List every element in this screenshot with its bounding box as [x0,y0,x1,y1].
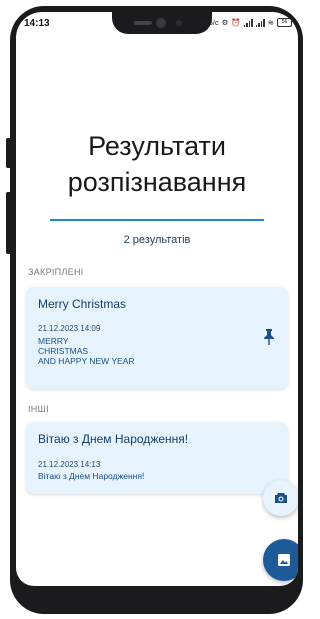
alarm-icon: ⏰ [231,18,241,27]
settings-icon: ⚙ [221,18,229,27]
result-card-pinned[interactable]: Merry Christmas 21.12.2023 14:09 MERRY C… [26,287,288,389]
battery-icon: 56 [277,18,292,27]
sensor [176,20,182,26]
section-other-heading: ІНШІ [28,404,49,414]
camera-button[interactable] [263,480,298,516]
camera-icon [275,493,287,503]
screen: 14:13 1К6/с ⚙ ⏰ ≋ 56 Результати розпізна… [16,12,298,586]
card-date: 21.12.2023 14:13 [38,460,101,469]
pin-icon[interactable] [263,329,275,345]
phone: 14:13 1К6/с ⚙ ⏰ ≋ 56 Результати розпізна… [0,0,307,619]
net-speed: 1К6/с [200,18,219,27]
power-button [6,192,11,254]
result-card-other[interactable]: Вітаю з Днем Народження! 21.12.2023 14:1… [26,422,288,494]
signal-icon-2 [255,18,265,27]
gallery-button[interactable] [263,539,298,581]
front-camera [156,18,166,28]
signal-icon [243,18,253,27]
wifi-icon: ≋ [267,18,274,27]
card-date: 21.12.2023 14:09 [38,324,101,333]
card-title: Вітаю з Днем Народження! [38,432,189,446]
result-count: 2 результатів [123,234,191,246]
status-icons: 1К6/с ⚙ ⏰ ≋ 56 [200,18,292,27]
notch [112,12,212,34]
card-text: Вітаю з Днем Народження! [38,471,145,481]
title-divider [50,219,264,221]
gallery-icon [278,554,290,566]
earpiece [134,21,152,25]
section-pinned-heading: ЗАКРІПЛЕНІ [28,267,84,277]
page-title: Результати розпізнавання [67,131,247,197]
status-time: 14:13 [24,18,50,29]
card-text: MERRY CHRISTMAS AND HAPPY NEW YEAR [38,336,135,366]
card-title: Merry Christmas [38,297,127,311]
volume-button [6,138,11,168]
phone-chin [16,586,298,610]
